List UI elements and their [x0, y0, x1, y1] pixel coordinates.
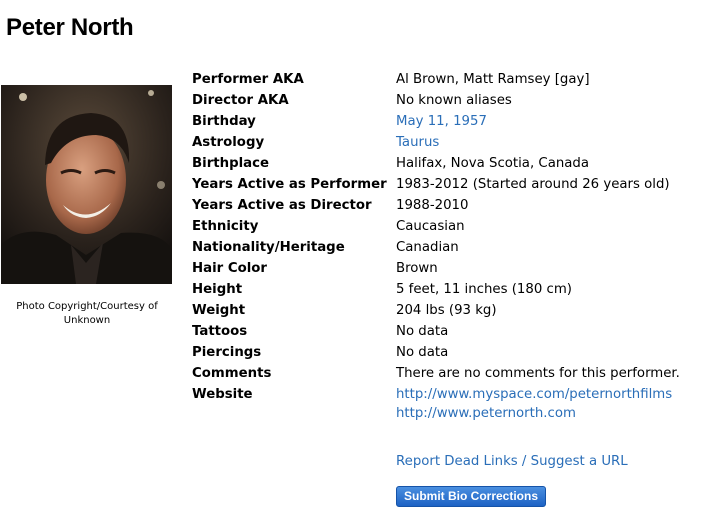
bio-row: Nationality/Heritage Canadian	[192, 237, 680, 258]
bio-value[interactable]: Taurus	[396, 132, 439, 153]
bio-value: 204 lbs (93 kg)	[396, 303, 497, 318]
suggest-url-link[interactable]: Suggest a URL	[531, 454, 628, 469]
bio-label: Hair Color	[192, 261, 267, 276]
bio-label: Height	[192, 282, 243, 297]
bio-label: Comments	[192, 366, 272, 381]
bio-row: Comments There are no comments for this p…	[192, 363, 680, 384]
website-links: http://www.myspace.com/peternorthfilms ht…	[396, 384, 672, 422]
bio-value: Caucasian	[396, 219, 465, 234]
bio-row: Tattoos No data	[192, 321, 680, 342]
bio-value: 5 feet, 11 inches (180 cm)	[396, 282, 572, 297]
bio-row: Birthday May 11, 1957	[192, 111, 680, 132]
report-links: Report Dead Links / Suggest a URL	[396, 451, 628, 472]
bio-row: Ethnicity Caucasian	[192, 216, 680, 237]
bio-value: 1988-2010	[396, 198, 469, 213]
report-link-separator: /	[517, 454, 531, 469]
bio-row: Hair Color Brown	[192, 258, 680, 279]
bio-label: Astrology	[192, 135, 265, 150]
bio-value: Al Brown, Matt Ramsey [gay]	[396, 72, 590, 87]
website-link[interactable]: http://www.myspace.com/peternorthfilms	[396, 386, 672, 403]
bio-value: No known aliases	[396, 93, 512, 108]
bio-label: Tattoos	[192, 324, 248, 339]
bio-table: Performer AKA Al Brown, Matt Ramsey [gay]…	[192, 69, 680, 422]
bio-label: Director AKA	[192, 93, 289, 108]
website-link[interactable]: http://www.peternorth.com	[396, 405, 672, 422]
report-dead-links-link[interactable]: Report Dead Links	[396, 454, 518, 469]
bio-row: Years Active as Director 1988-2010	[192, 195, 680, 216]
bio-label: Website	[192, 387, 253, 402]
bio-label: Nationality/Heritage	[192, 240, 345, 255]
bio-row-website: Website http://www.myspace.com/peternorth…	[192, 384, 680, 422]
bio-value: No data	[396, 324, 449, 339]
bio-row: Director AKA No known aliases	[192, 90, 680, 111]
performer-photo[interactable]	[1, 85, 172, 284]
page-title: Peter North	[6, 14, 134, 41]
bio-row: Birthplace Halifax, Nova Scotia, Canada	[192, 153, 680, 174]
bio-row: Piercings No data	[192, 342, 680, 363]
bio-label: Years Active as Director	[192, 198, 372, 213]
bio-value: Canadian	[396, 240, 459, 255]
performer-photo-block: Photo Copyright/Courtesy of Unknown	[1, 85, 172, 328]
photo-caption: Photo Copyright/Courtesy of Unknown	[16, 301, 158, 326]
bio-label: Birthplace	[192, 156, 270, 171]
bio-label: Piercings	[192, 345, 262, 360]
bio-row: Height 5 feet, 11 inches (180 cm)	[192, 279, 680, 300]
bio-label: Birthday	[192, 114, 256, 129]
bio-label: Years Active as Performer	[192, 177, 387, 192]
bio-value: Brown	[396, 261, 438, 276]
submit-bio-corrections-button[interactable]: Submit Bio Corrections	[396, 486, 547, 507]
bio-row: Years Active as Performer 1983-2012 (Star…	[192, 174, 680, 195]
bio-value: 1983-2012 (Started around 26 years old)	[396, 177, 670, 192]
bio-value: No data	[396, 345, 449, 360]
bio-row: Weight 204 lbs (93 kg)	[192, 300, 680, 321]
bio-row: Performer AKA Al Brown, Matt Ramsey [gay]	[192, 69, 680, 90]
bio-label: Ethnicity	[192, 219, 259, 234]
bio-label: Performer AKA	[192, 72, 304, 87]
bio-value: Halifax, Nova Scotia, Canada	[396, 156, 590, 171]
bio-label: Weight	[192, 303, 246, 318]
bio-value[interactable]: May 11, 1957	[396, 111, 487, 132]
bio-row: Astrology Taurus	[192, 132, 680, 153]
bio-value: There are no comments for this performer…	[396, 366, 680, 381]
